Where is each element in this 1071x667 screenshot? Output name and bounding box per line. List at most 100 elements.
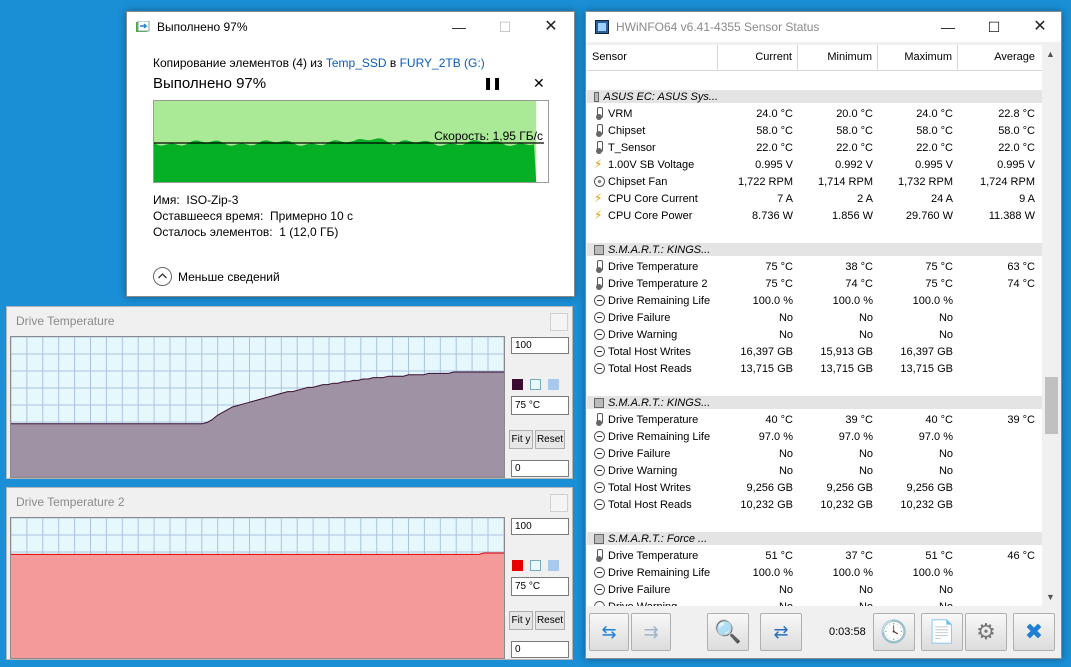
hwinfo-window-title: HWiNFO64 v6.41-4355 Sensor Status xyxy=(616,20,820,34)
add-report-icon[interactable]: 📄 xyxy=(921,613,963,651)
graph-min-box: 0 xyxy=(511,641,569,658)
gauge-icon xyxy=(594,346,605,357)
sensor-group-row[interactable]: S.M.A.R.T.: KINGS... xyxy=(587,241,1042,258)
col-current[interactable]: Current xyxy=(718,45,798,70)
maximize-button[interactable]: ☐ xyxy=(971,12,1017,42)
sensor-scrollbar[interactable]: ▲ ▼ xyxy=(1043,45,1060,606)
col-minimum[interactable]: Minimum xyxy=(798,45,878,70)
source-link[interactable]: Temp_SSD xyxy=(326,56,387,70)
sensor-row[interactable]: Drive WarningNoNoNo xyxy=(587,326,1042,343)
sensor-row[interactable]: Chipset 58.0 °C 58.0 °C 58.0 °C 58.0 °C xyxy=(587,122,1042,139)
col-average[interactable]: Average xyxy=(958,45,1040,70)
maximum-value: 13,715 GB xyxy=(900,362,953,375)
temperature-series-line xyxy=(11,552,504,555)
grid-color-swatch[interactable] xyxy=(548,379,559,390)
sensor-row[interactable]: Total Host Writes 16,397 GB 15,913 GB 16,39… xyxy=(587,343,1042,360)
transferred-fill xyxy=(154,138,537,182)
fit-y-button[interactable]: Fit y xyxy=(509,611,533,630)
sensor-name-cell: VRM xyxy=(587,107,718,120)
network-icon[interactable]: ⇄ xyxy=(760,613,802,651)
average-value: 1,724 RPM xyxy=(979,175,1035,188)
col-sensor[interactable]: Sensor xyxy=(587,45,718,70)
scroll-down-icon[interactable]: ▼ xyxy=(1046,592,1055,602)
pause-button[interactable]: ❚❚ xyxy=(483,76,502,90)
gauge-icon xyxy=(594,584,605,595)
sensor-row[interactable]: Drive Temperature 51 °C 37 °C 51 °C 46 °C xyxy=(587,547,1042,564)
average-value: 74 °C xyxy=(1007,277,1035,290)
remaining-value: Примерно 10 с xyxy=(270,209,353,223)
sensor-row[interactable]: Drive Temperature 2 75 °C 74 °C 75 °C 74 °C xyxy=(587,275,1042,292)
sensor-row[interactable]: Drive Temperature 75 °C 38 °C 75 °C 63 °C xyxy=(587,258,1042,275)
background-color-swatch[interactable] xyxy=(530,560,541,571)
scroll-up-icon[interactable]: ▲ xyxy=(1046,49,1055,59)
spacer-row xyxy=(587,71,1042,88)
series-color-swatch[interactable] xyxy=(512,560,523,571)
sensor-row[interactable]: Drive Remaining Life 100.0 % 100.0 % 100.0 … xyxy=(587,564,1042,581)
thermometer-icon xyxy=(594,549,605,562)
temperature-series-area xyxy=(11,553,504,658)
sensor-group-row[interactable]: S.M.A.R.T.: KINGS... xyxy=(587,394,1042,411)
sensor-row[interactable]: Total Host Reads 10,232 GB 10,232 GB 10,232… xyxy=(587,496,1042,513)
nav-arrows-disabled-icon[interactable]: ⇉ xyxy=(631,613,671,651)
sensor-row[interactable]: Drive Temperature 40 °C 39 °C 40 °C 39 °C xyxy=(587,411,1042,428)
sensor-group-row[interactable]: ASUS EC: ASUS Sys... xyxy=(587,88,1042,105)
sensor-name-cell: Drive Temperature xyxy=(587,549,718,562)
sensor-name-cell: Drive Warning xyxy=(587,329,718,341)
close-button[interactable]: ✕ xyxy=(1017,12,1063,42)
sensor-row[interactable]: Chipset Fan 1,722 RPM 1,714 RPM 1,732 RPM 1,… xyxy=(587,173,1042,190)
hwinfo-titlebar[interactable]: HWiNFO64 v6.41-4355 Sensor Status — ☐ ✕ xyxy=(586,12,1061,42)
fit-y-button[interactable]: Fit y xyxy=(509,430,533,449)
sensor-row[interactable]: Total Host Writes 9,256 GB 9,256 GB 9,256 G… xyxy=(587,479,1042,496)
sensor-search-icon[interactable]: 🔍 xyxy=(707,613,749,651)
settings-gear-icon[interactable]: ⚙ xyxy=(965,613,1007,651)
maximum-value: 40 °C xyxy=(925,413,953,426)
clock-icon[interactable]: 🕓 xyxy=(873,613,915,651)
scroll-thumb[interactable] xyxy=(1045,377,1058,434)
sensor-row[interactable]: ⚡ CPU Core Power 8.736 W 1.856 W 29.760 W 11.… xyxy=(587,207,1042,224)
graph-current-box: 75 °C xyxy=(511,577,569,596)
close-button[interactable]: ✕ xyxy=(528,12,574,42)
group-label-cell: S.M.A.R.T.: KINGS... xyxy=(587,243,718,256)
reset-button[interactable]: Reset xyxy=(535,430,565,449)
sensor-row[interactable]: Drive Remaining Life 97.0 % 97.0 % 97.0 % xyxy=(587,428,1042,445)
sensor-row[interactable]: Drive Failure No No No xyxy=(587,309,1042,326)
sensor-row[interactable]: Drive WarningNoNoNo xyxy=(587,598,1042,606)
sensor-row[interactable]: Drive WarningNoNoNo xyxy=(587,462,1042,479)
maximize-button[interactable]: ☐ xyxy=(482,12,528,42)
col-maximum[interactable]: Maximum xyxy=(878,45,958,70)
sensor-row[interactable]: Drive Failure No No No xyxy=(587,581,1042,598)
sensor-group-row[interactable]: S.M.A.R.T.: Force ... xyxy=(587,530,1042,547)
sensor-row[interactable]: VRM 24.0 °C 20.0 °C 24.0 °C 22.8 °C xyxy=(587,105,1042,122)
sensor-row[interactable]: Drive Failure No No No xyxy=(587,445,1042,462)
sensor-name-cell: Drive Remaining Life xyxy=(587,431,718,443)
sensor-row[interactable]: Drive Remaining Life 100.0 % 100.0 % 100.0 … xyxy=(587,292,1042,309)
minimum-value: No xyxy=(858,311,873,324)
gauge-icon xyxy=(594,431,605,442)
less-details-button[interactable]: Меньше сведений xyxy=(153,267,280,286)
background-color-swatch[interactable] xyxy=(530,379,541,390)
sensor-row[interactable]: Total Host Reads 13,715 GB 13,715 GB 13,715… xyxy=(587,360,1042,377)
copy-titlebar[interactable]: Выполнено 97% — ☐ ✕ xyxy=(127,12,574,42)
average-value: 0.995 V xyxy=(997,158,1035,171)
graph-close-button[interactable] xyxy=(550,313,568,331)
sensor-row[interactable]: T_Sensor 22.0 °C 22.0 °C 22.0 °C 22.0 °C xyxy=(587,139,1042,156)
reset-button[interactable]: Reset xyxy=(535,611,565,630)
grid-color-swatch[interactable] xyxy=(548,560,559,571)
dest-link[interactable]: FURY_2TB (G:) xyxy=(400,56,485,70)
maximum-value: No xyxy=(938,447,953,460)
sensor-name-cell: Drive Temperature xyxy=(587,413,718,426)
sensor-row[interactable]: ⚡ CPU Core Current 7 A 2 A 24 A 9 A xyxy=(587,190,1042,207)
maximum-value: 0.995 V xyxy=(915,158,953,171)
series-color-swatch[interactable] xyxy=(512,379,523,390)
group-name: S.M.A.R.T.: KINGS... xyxy=(608,396,711,409)
gauge-icon xyxy=(594,482,605,493)
minimize-button[interactable]: — xyxy=(925,12,971,42)
close-x-icon[interactable]: ✖ xyxy=(1013,613,1055,651)
minimum-value: No xyxy=(858,328,873,341)
graph-close-button[interactable] xyxy=(550,494,568,512)
nav-arrows-icon[interactable]: ⇆ xyxy=(589,613,629,651)
minimize-button[interactable]: — xyxy=(436,12,482,42)
sensor-row[interactable]: ⚡ 1.00V SB Voltage 0.995 V 0.992 V 0.995 V 0.… xyxy=(587,156,1042,173)
stop-button[interactable]: ✕ xyxy=(533,75,545,92)
gauge-icon xyxy=(594,312,605,323)
